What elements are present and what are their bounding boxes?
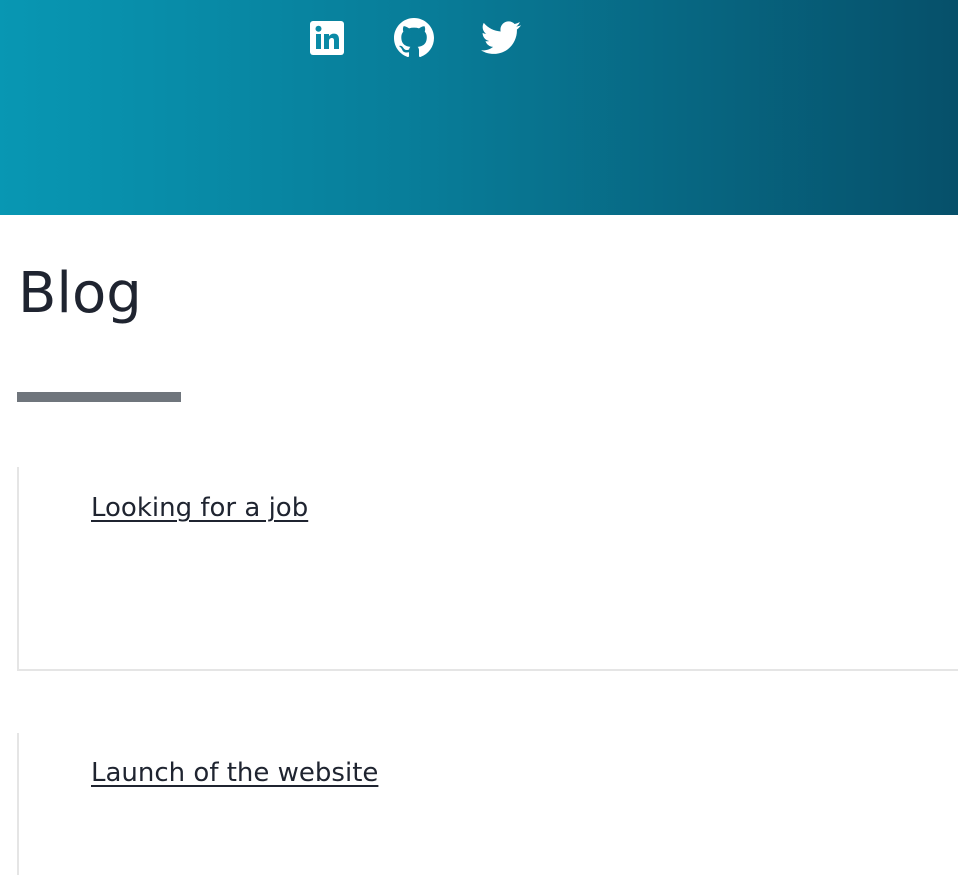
post-link-launch-of-the-website[interactable]: Launch of the website	[91, 758, 378, 788]
page-title: Blog	[18, 261, 142, 326]
linkedin-icon	[309, 20, 345, 56]
title-underline	[17, 392, 181, 402]
github-icon	[394, 18, 434, 58]
header-banner	[0, 0, 958, 215]
post-card: Looking for a job	[17, 467, 958, 671]
twitter-link[interactable]	[480, 17, 522, 59]
post-card: Launch of the website	[17, 733, 958, 875]
twitter-icon	[481, 21, 521, 55]
github-link[interactable]	[393, 17, 435, 59]
post-link-looking-for-a-job[interactable]: Looking for a job	[91, 493, 308, 523]
linkedin-link[interactable]	[306, 17, 348, 59]
